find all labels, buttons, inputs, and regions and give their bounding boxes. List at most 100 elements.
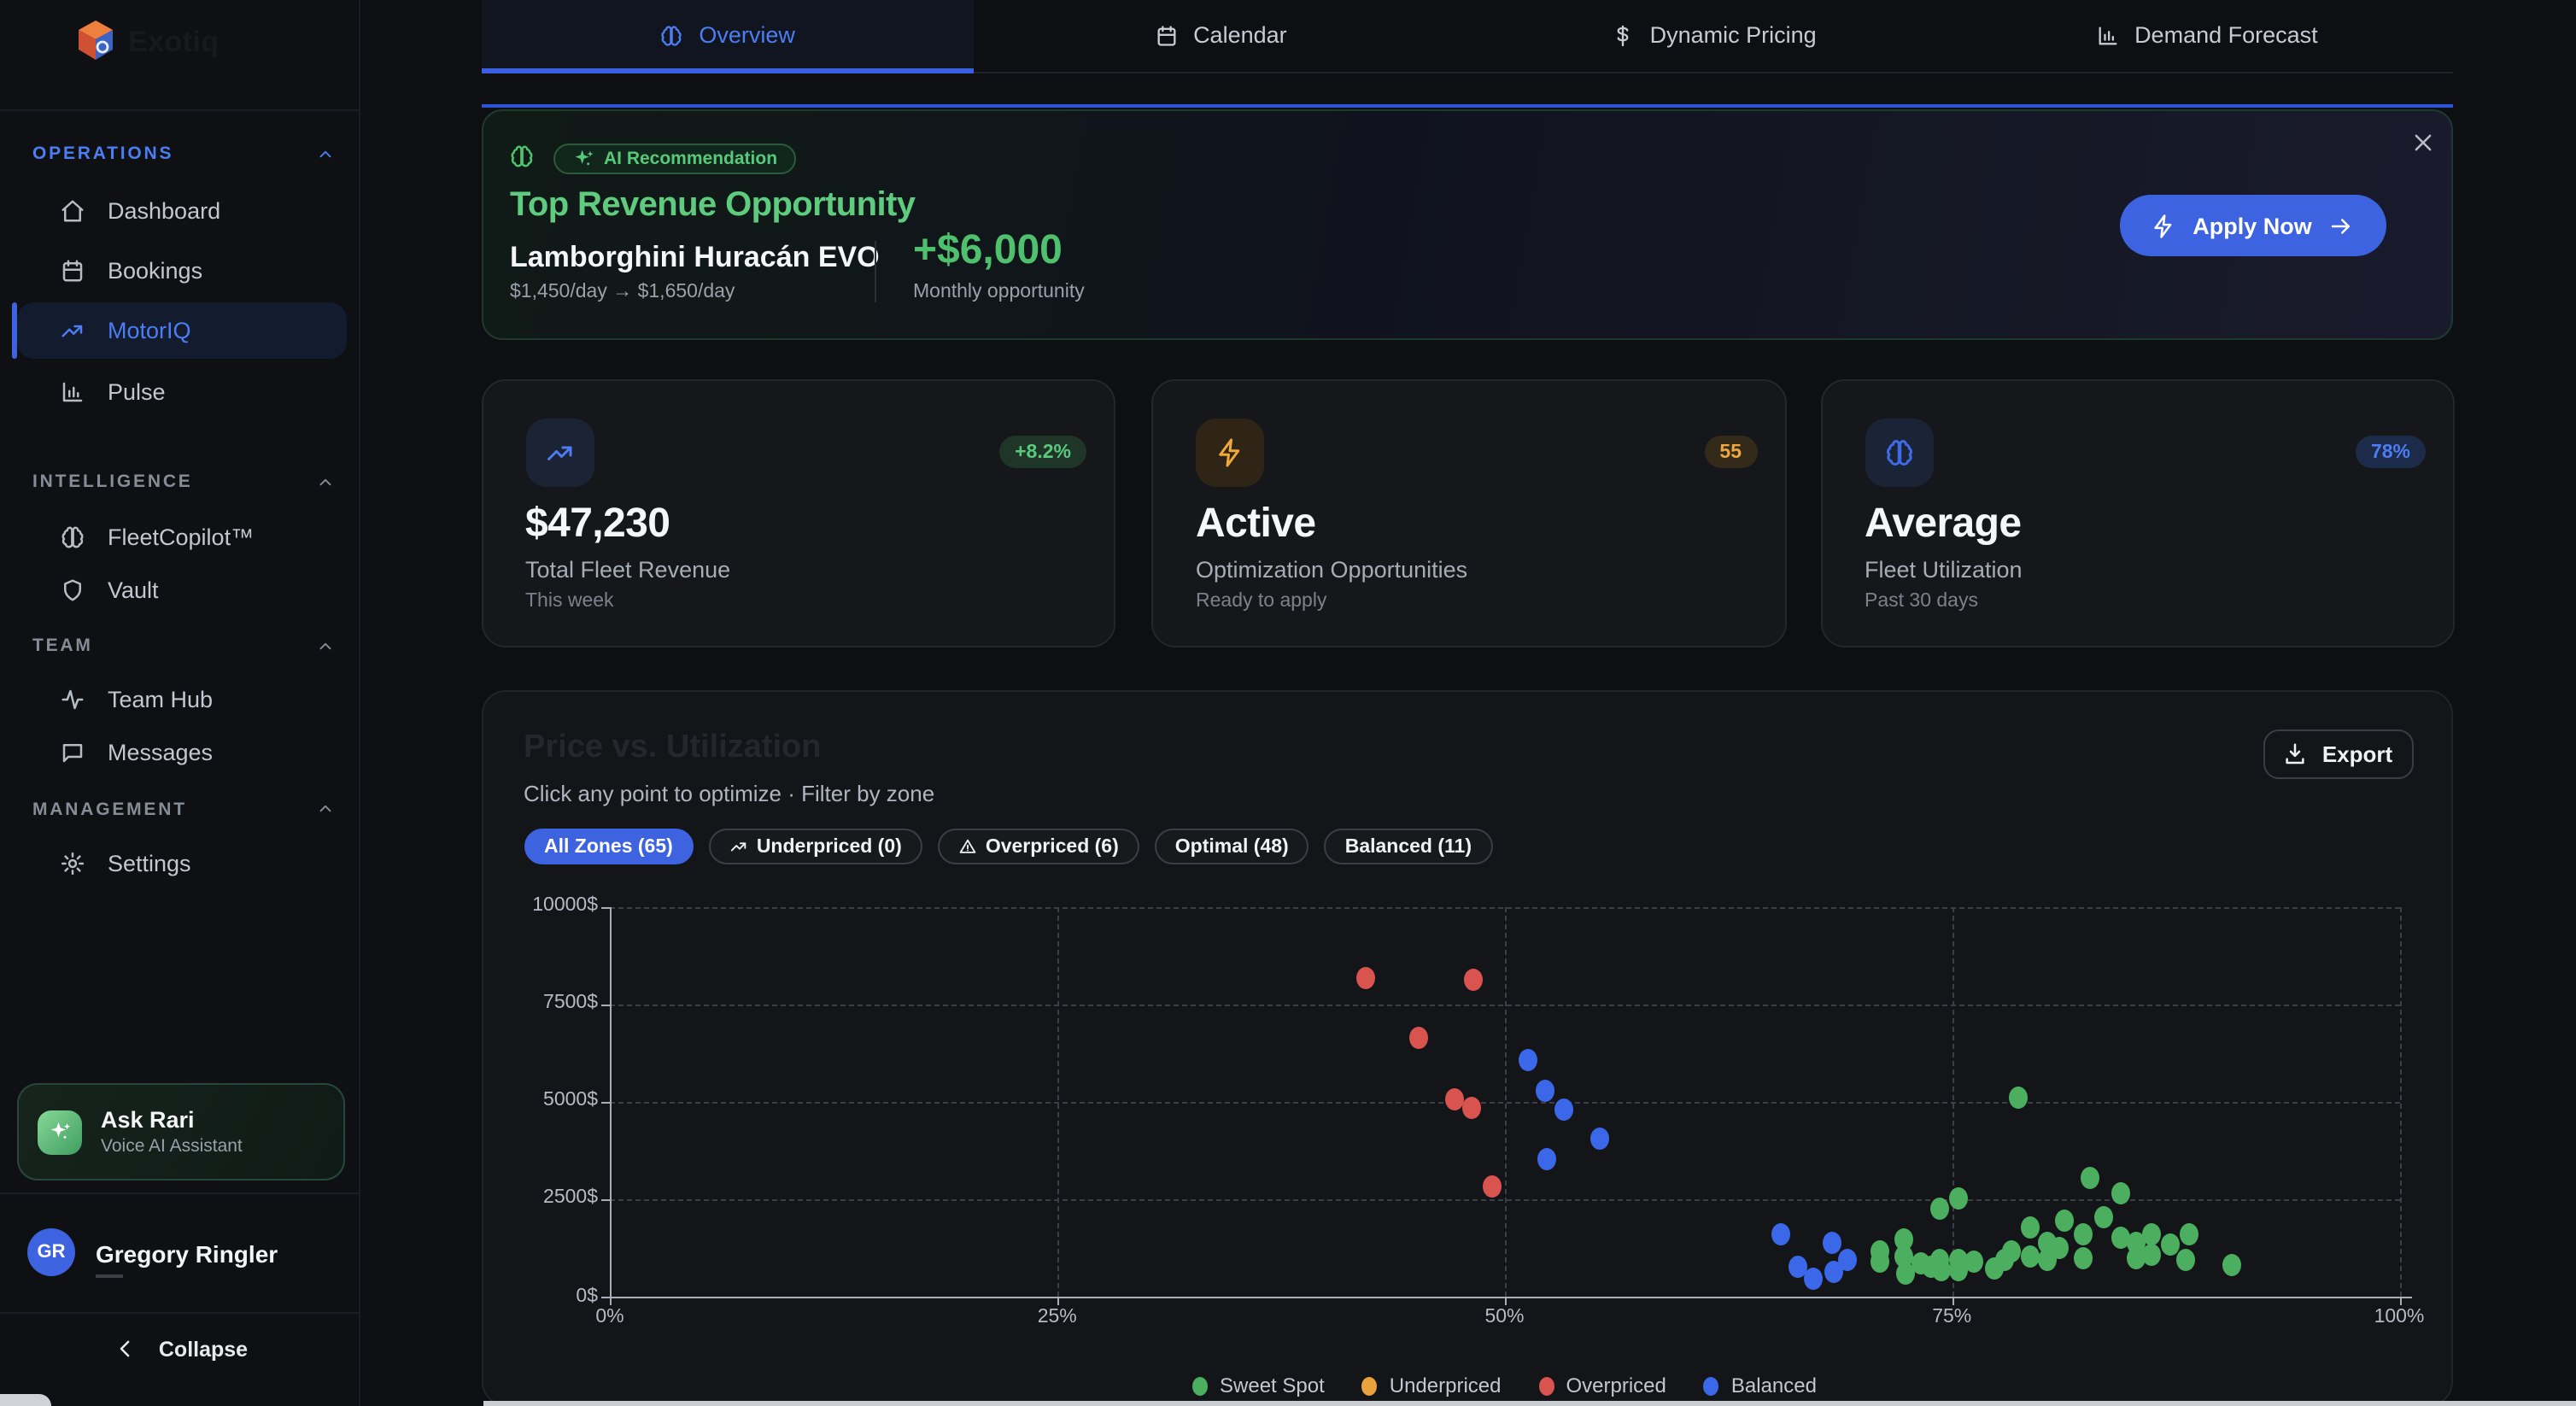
data-point-sweet-spot[interactable] (1930, 1198, 1949, 1221)
data-point-overpriced[interactable] (1483, 1176, 1502, 1198)
opportunity-amount: +$6,000 (913, 227, 1063, 275)
brain-icon (60, 524, 85, 549)
data-point-sweet-spot[interactable] (2161, 1234, 2180, 1257)
data-point-sweet-spot[interactable] (2021, 1216, 2040, 1239)
sidebar-item-pulse[interactable]: Pulse (17, 364, 347, 419)
section-header-intelligence[interactable]: INTELLIGENCE (32, 472, 335, 492)
data-point-overpriced[interactable] (1445, 1087, 1464, 1110)
chevron-left-icon (113, 1336, 138, 1362)
tab-label: Demand Forecast (2134, 23, 2318, 49)
section-label: INTELLIGENCE (32, 472, 193, 492)
data-point-sweet-spot[interactable] (2094, 1206, 2113, 1228)
collapse-button[interactable]: Collapse (0, 1336, 360, 1362)
gridline-v (1057, 906, 1059, 1297)
data-point-overpriced[interactable] (1463, 1098, 1482, 1120)
sidebar-item-label: Dashboard (108, 197, 220, 223)
data-point-overpriced[interactable] (1465, 968, 1484, 990)
chevron-up-icon (316, 144, 335, 163)
section-header-management[interactable]: MANAGEMENT (32, 799, 335, 819)
opportunity-amount-label: Monthly opportunity (913, 282, 1085, 302)
data-point-balanced[interactable] (1824, 1262, 1843, 1284)
brain-icon (508, 144, 534, 169)
data-point-sweet-spot[interactable] (1986, 1257, 2005, 1280)
lightning-icon (2150, 213, 2175, 238)
data-point-sweet-spot[interactable] (2009, 1087, 2028, 1109)
chevron-up-icon (316, 800, 335, 818)
stat-label: Fleet Utilization (1865, 557, 2023, 583)
sidebar-divider (0, 1192, 359, 1194)
sidebar-item-settings[interactable]: Settings (17, 835, 347, 890)
sidebar-item-fleetcopilot-[interactable]: FleetCopilot™ (17, 509, 347, 564)
data-point-sweet-spot[interactable] (2127, 1247, 2146, 1269)
bottom-edge-strip (483, 1400, 2576, 1406)
tab-overview[interactable]: Overview (481, 0, 974, 71)
data-point-sweet-spot[interactable] (2181, 1224, 2199, 1246)
sidebar-item-dashboard[interactable]: Dashboard (17, 183, 347, 237)
data-point-sweet-spot[interactable] (2073, 1223, 2092, 1245)
ask-rari-card[interactable]: Ask Rari Voice AI Assistant (17, 1083, 345, 1180)
data-point-sweet-spot[interactable] (2177, 1250, 2196, 1272)
tab-dynamic-pricing[interactable]: Dynamic Pricing (1467, 0, 1960, 71)
vehicle-name: Lamborghini Huracán EVO (510, 241, 880, 275)
y-tick (601, 906, 610, 908)
data-point-sweet-spot[interactable] (2021, 1245, 2040, 1267)
stat-value: Average (1865, 501, 2021, 548)
active-tab-underline (481, 68, 974, 73)
data-point-balanced[interactable] (1537, 1080, 1555, 1102)
data-point-sweet-spot[interactable] (1950, 1260, 1969, 1282)
apply-now-button[interactable]: Apply Now (2119, 195, 2386, 256)
sidebar-item-label: Team Hub (108, 686, 213, 712)
sidebar-item-motoriq[interactable]: MotorIQ (17, 302, 347, 358)
bar-chart-icon (60, 378, 85, 404)
close-icon[interactable] (2409, 130, 2435, 155)
data-point-sweet-spot[interactable] (1871, 1251, 1889, 1274)
sidebar-item-bookings[interactable]: Bookings (17, 243, 347, 298)
data-point-overpriced[interactable] (1355, 966, 1374, 988)
blue-accent-line (481, 103, 2453, 108)
data-point-sweet-spot[interactable] (2055, 1210, 2074, 1233)
x-tick (1505, 1297, 1507, 1305)
tab-calendar[interactable]: Calendar (974, 0, 1467, 71)
data-point-balanced[interactable] (1771, 1224, 1789, 1246)
gridline-v (2399, 906, 2401, 1297)
legend-label: Balanced (1731, 1374, 1817, 1397)
exotiq-logo-icon (75, 19, 116, 65)
data-point-sweet-spot[interactable] (2037, 1250, 2056, 1272)
data-point-sweet-spot[interactable] (2222, 1254, 2240, 1276)
sidebar-item-label: Pulse (108, 378, 166, 404)
data-point-balanced[interactable] (1538, 1149, 1557, 1171)
data-point-sweet-spot[interactable] (2143, 1244, 2162, 1266)
data-point-sweet-spot[interactable] (2111, 1182, 2129, 1204)
sidebar-item-vault[interactable]: Vault (17, 563, 347, 618)
trending-up-icon (60, 317, 85, 343)
legend-label: Sweet Spot (1220, 1374, 1325, 1397)
bottom-left-blob (0, 1394, 51, 1406)
legend-item-balanced: Balanced (1704, 1374, 1817, 1397)
sidebar-item-label: FleetCopilot™ (108, 524, 254, 549)
vertical-divider (874, 241, 875, 302)
avatar[interactable]: GR (27, 1228, 75, 1276)
section-header-operations[interactable]: OPERATIONS (32, 144, 335, 164)
data-point-balanced[interactable] (1805, 1268, 1824, 1291)
tab-demand-forecast[interactable]: Demand Forecast (1960, 0, 2453, 71)
data-point-sweet-spot[interactable] (1950, 1188, 1969, 1210)
data-point-sweet-spot[interactable] (2081, 1168, 2099, 1190)
data-point-balanced[interactable] (1554, 1099, 1573, 1122)
data-point-balanced[interactable] (1519, 1048, 1537, 1070)
data-point-sweet-spot[interactable] (2143, 1224, 2162, 1246)
data-point-balanced[interactable] (1590, 1128, 1609, 1150)
data-point-sweet-spot[interactable] (1932, 1260, 1951, 1282)
sparkle-icon (571, 147, 595, 171)
data-point-balanced[interactable] (1823, 1231, 1841, 1253)
gear-icon (60, 850, 85, 876)
sidebar-item-label: Messages (108, 739, 213, 765)
sidebar-item-messages[interactable]: Messages (17, 724, 347, 779)
stat-value: $47,230 (525, 501, 670, 548)
calendar-icon (60, 258, 85, 284)
stat-sublabel: Past 30 days (1865, 591, 1978, 612)
data-point-sweet-spot[interactable] (2073, 1247, 2092, 1269)
data-point-sweet-spot[interactable] (1896, 1262, 1915, 1285)
sidebar-item-team-hub[interactable]: Team Hub (17, 671, 347, 726)
section-header-team[interactable]: TEAM (32, 636, 335, 656)
data-point-overpriced[interactable] (1409, 1028, 1428, 1050)
